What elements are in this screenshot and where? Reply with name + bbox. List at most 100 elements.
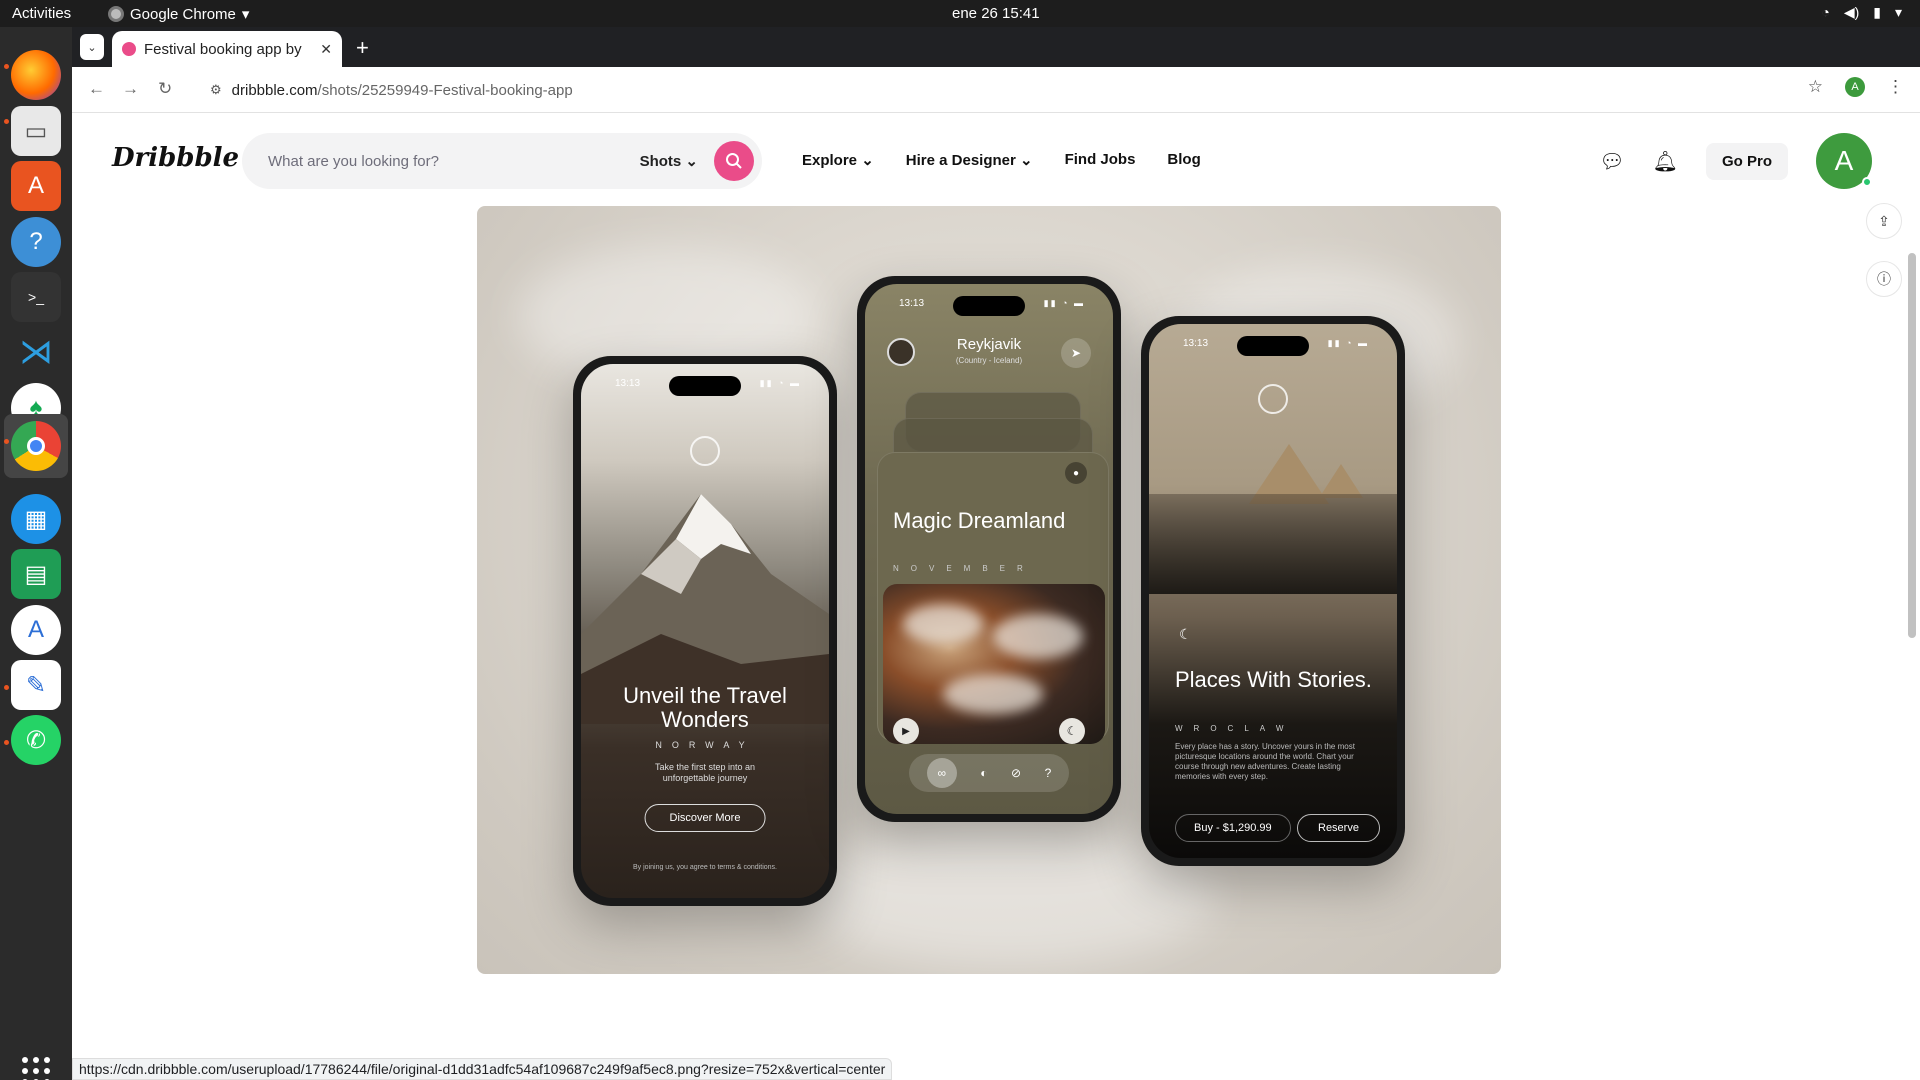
bookmark-star-icon[interactable]: ☆ xyxy=(1808,77,1823,97)
firefox-icon[interactable] xyxy=(11,50,61,100)
tab-search-button[interactable]: ⌄ xyxy=(80,34,104,60)
brand-logo-icon xyxy=(1258,384,1288,414)
status-icons: ▮▮ ◔ ▬ xyxy=(1043,298,1085,308)
app-menu[interactable]: Google Chrome ▾ xyxy=(108,5,249,23)
location-label: NORWAY xyxy=(655,740,755,750)
dynamic-island xyxy=(1237,336,1309,356)
status-time: 13:13 xyxy=(1183,338,1209,349)
nav-find-jobs[interactable]: Find Jobs xyxy=(1065,151,1136,169)
nav-blog[interactable]: Blog xyxy=(1167,151,1200,169)
messages-icon[interactable]: 💬︎ xyxy=(1599,149,1624,174)
share-icon[interactable]: ⇪ xyxy=(1866,203,1902,239)
link-status-url: https://cdn.dribbble.com/userupload/1778… xyxy=(72,1058,893,1080)
close-tab-icon[interactable]: ✕ xyxy=(320,41,332,58)
new-tab-button[interactable]: + xyxy=(356,35,369,61)
search-scope-dropdown[interactable]: Shots ⌄ xyxy=(640,152,698,170)
dribbble-logo[interactable]: Dribbble xyxy=(112,143,239,173)
wifi-icon: ◔ xyxy=(1821,4,1830,20)
url-path: /shots/25259949-Festival-booking-app xyxy=(317,81,573,99)
phone-mockup-norway: 13:13 ▮▮ ◔ ▬ Unveil the Travel Wonders N… xyxy=(573,356,837,906)
hero-subtitle: Take the first step into an unforgettabl… xyxy=(654,762,756,783)
pool-reflection xyxy=(1149,494,1397,594)
bottom-nav: ∞ ◐ ⊘ ? xyxy=(909,754,1069,792)
whatsapp-icon[interactable]: ✆ xyxy=(11,715,61,765)
status-time: 13:13 xyxy=(899,298,925,309)
send-icon: ➤ xyxy=(1061,338,1091,368)
dynamic-island xyxy=(669,376,741,396)
url-host: dribbble.com xyxy=(231,81,318,99)
terms-text: By joining us, you agree to terms & cond… xyxy=(633,864,777,871)
info-icon[interactable]: ⓘ xyxy=(1866,261,1902,297)
tab-bar: ⌄ Festival booking app by ✕ + xyxy=(72,27,1920,67)
moon-icon: ☾ xyxy=(1059,718,1085,744)
phone-screen: 13:13 ▮▮ ◔ ▬ ☾ Places With Stories. WROC… xyxy=(1149,324,1397,858)
terminal-icon[interactable]: >_ xyxy=(11,272,61,322)
app-name: Google Chrome xyxy=(130,5,236,23)
page-content: Dribbble What are you looking for? Shots… xyxy=(72,113,1920,1080)
running-indicator xyxy=(4,685,9,690)
profile-avatar[interactable]: A xyxy=(1845,77,1865,97)
vscode-icon[interactable]: ⋊ xyxy=(11,327,61,377)
chevron-down-icon: ▾ xyxy=(241,6,250,23)
location-pin-icon: ● xyxy=(1065,462,1087,484)
running-indicator xyxy=(4,439,9,444)
location-label: WROCLAW xyxy=(1175,724,1295,733)
software-updater-icon[interactable]: A xyxy=(11,605,61,655)
search-input[interactable]: What are you looking for? xyxy=(268,153,640,170)
battery-icon: ▮ xyxy=(1873,4,1881,20)
online-status-dot xyxy=(1862,177,1872,187)
volume-icon: ◀) xyxy=(1843,4,1860,20)
chrome-icon[interactable] xyxy=(11,421,61,471)
user-avatar[interactable]: A xyxy=(1816,133,1872,189)
help-icon: ? xyxy=(1044,766,1052,780)
tab-title: Festival booking app by xyxy=(144,40,302,58)
shot-side-actions: ⇪ ⓘ xyxy=(1866,203,1902,297)
go-pro-button[interactable]: Go Pro xyxy=(1705,142,1788,180)
address-bar-row: ← → ↻ ⚙ dribbble.com/shots/25259949-Fest… xyxy=(72,67,1920,113)
event-month: NOVEMBER xyxy=(893,564,1035,573)
reload-icon[interactable]: ↻ xyxy=(158,79,172,99)
nav-hire-designer[interactable]: Hire a Designer ⌄ xyxy=(906,151,1033,169)
notifications-bell-icon[interactable]: 🔔︎ xyxy=(1653,149,1678,174)
text-editor-icon[interactable]: ✎ xyxy=(11,660,61,710)
files-icon[interactable]: ▭ xyxy=(11,106,61,156)
nav-hire-label: Hire a Designer xyxy=(905,152,1016,169)
running-indicator xyxy=(4,119,9,124)
tab-active[interactable]: Festival booking app by ✕ xyxy=(112,31,342,67)
show-apps-icon[interactable] xyxy=(22,1057,50,1080)
system-tray[interactable]: ◔ ◀) ▮ ▾ xyxy=(1821,4,1902,21)
chrome-app-icon xyxy=(108,6,124,22)
places-description: Every place has a story. Uncover yours i… xyxy=(1175,742,1355,781)
back-icon[interactable]: ← xyxy=(88,79,105,99)
discover-more-button: Discover More xyxy=(644,804,766,832)
more-menu-icon[interactable]: ⋮ xyxy=(1887,77,1904,97)
shot-image[interactable]: 13:13 ▮▮ ◔ ▬ Unveil the Travel Wonders N… xyxy=(477,206,1501,974)
places-title: Places With Stories. xyxy=(1175,667,1372,692)
spreadsheet-icon[interactable]: ▤ xyxy=(11,549,61,599)
brand-logo-icon xyxy=(690,436,720,466)
search-button[interactable] xyxy=(714,141,754,181)
system-top-bar: Activities Google Chrome ▾ ene 26 15:41 … xyxy=(0,0,1920,27)
docker-icon[interactable]: ▦ xyxy=(11,494,61,544)
url-field[interactable]: ⚙ dribbble.com/shots/25259949-Festival-b… xyxy=(200,73,1920,107)
nav-explore[interactable]: Explore ⌄ xyxy=(802,151,874,169)
app-center-icon[interactable]: A xyxy=(11,161,61,211)
clock[interactable]: ene 26 15:41 xyxy=(952,5,1040,22)
status-icons: ▮▮ ◔ ▬ xyxy=(759,378,801,388)
forward-icon[interactable]: → xyxy=(122,79,139,99)
toolbar-actions: ☆ A ⋮ xyxy=(1808,77,1904,97)
activities-button[interactable]: Activities xyxy=(12,5,71,22)
search-icon xyxy=(726,153,742,169)
avatar-initial: A xyxy=(1834,145,1854,176)
moon-icon: ☾ xyxy=(1179,626,1192,642)
site-info-icon[interactable]: ⚙ xyxy=(210,82,222,98)
help-icon[interactable]: ? xyxy=(11,217,61,267)
search-bar[interactable]: What are you looking for? Shots ⌄ xyxy=(242,133,762,189)
page-scrollbar[interactable] xyxy=(1908,253,1916,638)
buy-button: Buy - $1,290.99 xyxy=(1175,814,1291,842)
pyramid-illustration xyxy=(1319,464,1363,498)
dribbble-header: Dribbble What are you looking for? Shots… xyxy=(72,113,1920,203)
search-scope-label: Shots xyxy=(639,153,682,170)
status-time: 13:13 xyxy=(615,378,641,389)
phone-mockup-wroclaw: 13:13 ▮▮ ◔ ▬ ☾ Places With Stories. WROC… xyxy=(1141,316,1405,866)
